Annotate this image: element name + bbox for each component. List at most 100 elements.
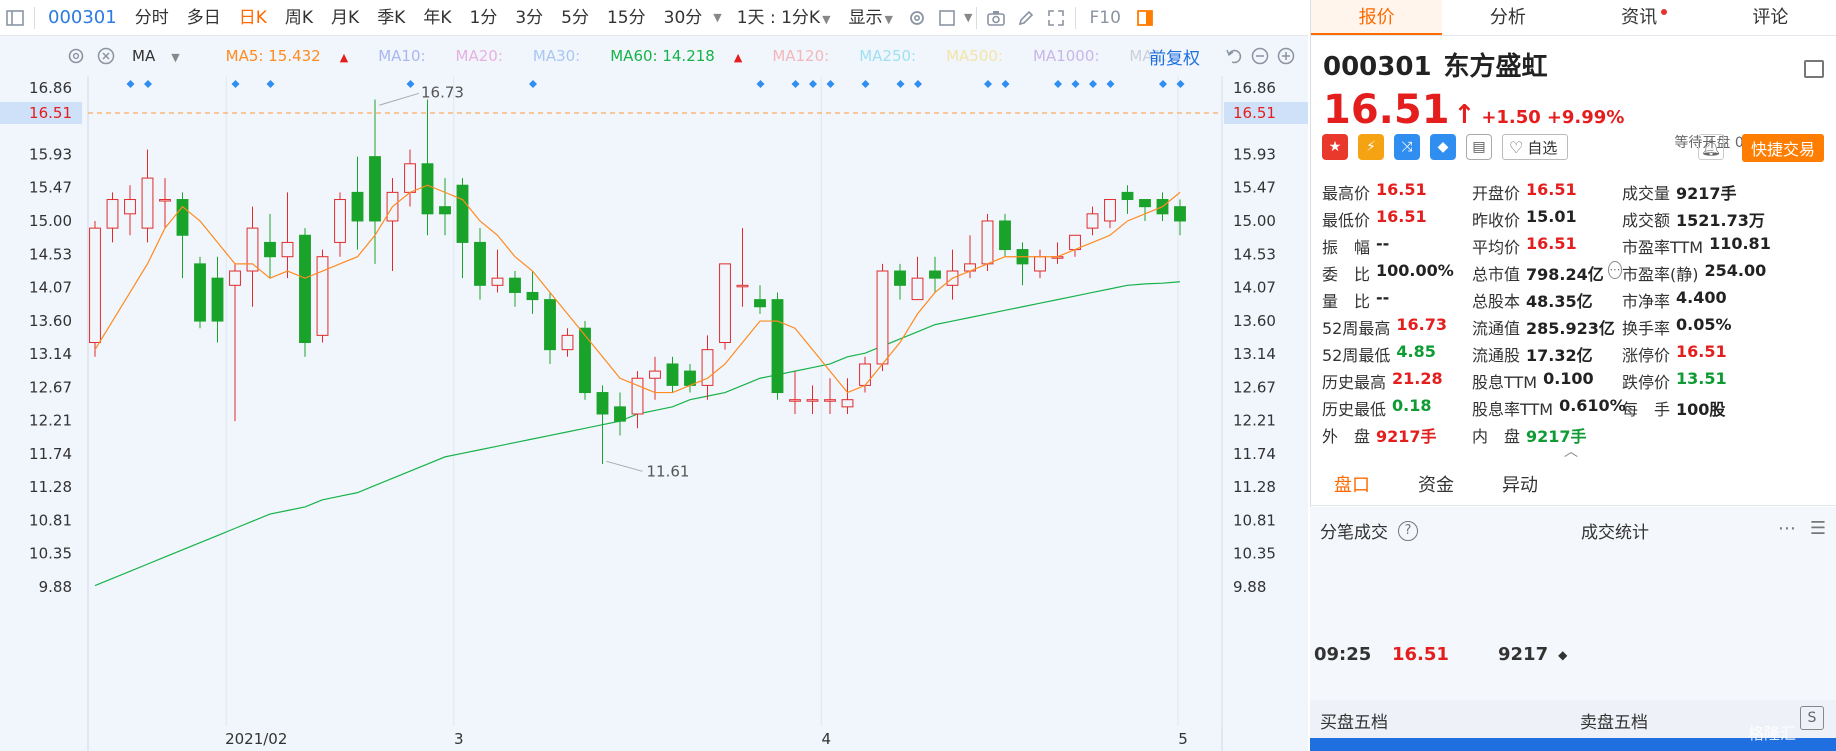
more-icon[interactable]: ⋯	[1778, 518, 1796, 539]
help-icon[interactable]: ?	[1398, 520, 1418, 541]
chevron-up-icon[interactable]: ︿	[1564, 441, 1578, 461]
candle-body[interactable]	[264, 241, 276, 258]
ma-value[interactable]: MA20:	[456, 47, 517, 65]
candle-body[interactable]	[369, 156, 381, 222]
candle-body[interactable]	[929, 270, 941, 279]
candle-body[interactable]	[316, 256, 329, 336]
candle-body[interactable]	[281, 241, 294, 258]
candle-body[interactable]	[334, 199, 346, 243]
f10-button[interactable]: F10	[1080, 0, 1129, 36]
kline-chart[interactable]: 2021/02 3 4 5 16.86 16.86 15.93 15.93 15.47 15.47…	[0, 36, 1308, 751]
candle-body[interactable]	[491, 277, 504, 286]
book-tab[interactable]: 资金	[1394, 466, 1478, 505]
shuffle-icon[interactable]: ⤨	[1394, 134, 1420, 160]
candle-body[interactable]	[456, 184, 469, 243]
china-flag-icon[interactable]: ★	[1322, 134, 1348, 160]
period-tab[interactable]: 日K	[230, 0, 276, 36]
tag-icon[interactable]: ◆	[1430, 134, 1456, 160]
candle-body[interactable]	[526, 291, 539, 301]
chevron-down-icon[interactable]: ▼	[713, 0, 721, 36]
ma-value[interactable]: MA10:	[378, 47, 439, 65]
candle-body[interactable]	[579, 327, 591, 394]
stock-code-tab[interactable]: 000301	[39, 0, 126, 36]
candle-body[interactable]	[771, 299, 784, 394]
ma-indicator-selector[interactable]: MA ▼	[132, 47, 194, 65]
candle-body[interactable]	[351, 191, 364, 222]
ma-value[interactable]: MA500:	[946, 47, 1017, 65]
candle-body[interactable]	[544, 299, 556, 351]
chevron-down-icon[interactable]: ▼	[964, 11, 972, 24]
candle-body[interactable]	[806, 399, 819, 402]
candle-body[interactable]	[596, 392, 609, 415]
more-circle-icon[interactable]: ⋯	[1607, 260, 1622, 279]
add-watchlist-button[interactable]: ♡ 自选	[1502, 134, 1569, 160]
trade-stats-title[interactable]: 成交统计	[1581, 518, 1649, 543]
candle-body[interactable]	[859, 363, 871, 386]
layout-square-icon[interactable]	[932, 0, 962, 36]
note-icon[interactable]: ▤	[1466, 134, 1492, 160]
side-panel-icon[interactable]	[1130, 0, 1160, 36]
zoom-in-icon[interactable]	[1276, 46, 1296, 66]
candle-body[interactable]	[141, 177, 154, 229]
pencil-icon[interactable]	[1011, 0, 1041, 36]
ma-value[interactable]: MA120:	[772, 47, 843, 65]
candle-body[interactable]	[736, 284, 749, 288]
quote-tab[interactable]: 资讯	[1574, 0, 1705, 35]
period-tab[interactable]: 3分	[506, 0, 552, 36]
period-tab[interactable]: 年K	[414, 0, 460, 36]
settings-gear-icon[interactable]	[902, 0, 932, 36]
candle-body[interactable]	[841, 399, 854, 408]
candle-body[interactable]	[89, 227, 101, 344]
quote-tab[interactable]: 评论	[1705, 0, 1836, 35]
book-tab[interactable]: 异动	[1478, 466, 1562, 505]
candle-body[interactable]	[194, 263, 206, 322]
candle-body[interactable]	[719, 263, 731, 344]
candle-body[interactable]	[229, 270, 241, 286]
sidebar-toggle-icon[interactable]	[0, 0, 30, 36]
quote-tab[interactable]: 报价	[1311, 0, 1443, 35]
lightning-icon[interactable]: ⚡	[1358, 134, 1384, 160]
quick-trade-button[interactable]: 快捷交易	[1742, 134, 1824, 162]
period-tab[interactable]: 5分	[552, 0, 598, 36]
bell-icon[interactable]: 🔔︎	[1698, 134, 1724, 160]
ma-value[interactable]: MA60: 14.218 ▲	[610, 47, 756, 65]
candle-body[interactable]	[1174, 206, 1186, 222]
candle-body[interactable]	[1121, 191, 1134, 201]
undo-icon[interactable]	[1224, 46, 1244, 66]
period-tab[interactable]: 月K	[322, 0, 368, 36]
candle-body[interactable]	[894, 270, 906, 286]
ma-value[interactable]: MA250:	[859, 47, 930, 65]
candle-body[interactable]	[1139, 199, 1151, 208]
zoom-out-icon[interactable]	[1250, 46, 1270, 66]
candle-body[interactable]	[999, 220, 1011, 251]
candle-body[interactable]	[911, 277, 924, 301]
period-tab[interactable]: 周K	[276, 0, 322, 36]
candle-body[interactable]	[106, 199, 119, 229]
display-menu[interactable]: 显示 ▼	[840, 0, 902, 36]
period-tab[interactable]: 15分	[598, 0, 655, 36]
ma-value[interactable]: MA5: 15.432 ▲	[226, 47, 363, 65]
fullscreen-icon[interactable]	[1041, 0, 1071, 36]
candle-body[interactable]	[1034, 256, 1046, 272]
candle-body[interactable]	[876, 270, 889, 365]
candle-body[interactable]	[509, 277, 521, 293]
candle-body[interactable]	[561, 334, 574, 351]
period-tab[interactable]: 季K	[368, 0, 414, 36]
candle-body[interactable]	[824, 399, 836, 402]
candle-body[interactable]	[1086, 213, 1099, 229]
period-tab[interactable]: 分时	[126, 0, 178, 36]
close-circle-icon[interactable]	[96, 46, 116, 66]
book-mode-icon[interactable]: S	[1800, 706, 1824, 730]
candle-body[interactable]	[439, 206, 451, 215]
ma-settings-icon[interactable]	[66, 46, 86, 66]
camera-icon[interactable]	[981, 0, 1011, 36]
candle-body[interactable]	[474, 241, 486, 286]
kline-chart-area[interactable]: 2021/02 3 4 5 16.86 16.86 15.93 15.93 15.47 15.47…	[0, 36, 1308, 751]
candle-body[interactable]	[649, 370, 661, 379]
candle-body[interactable]	[666, 363, 679, 386]
ma-value[interactable]: MA30:	[533, 47, 594, 65]
candle-body[interactable]	[404, 163, 416, 193]
period-tab[interactable]: 1分	[461, 0, 507, 36]
candle-body[interactable]	[754, 299, 766, 308]
candle-body[interactable]	[211, 277, 224, 322]
